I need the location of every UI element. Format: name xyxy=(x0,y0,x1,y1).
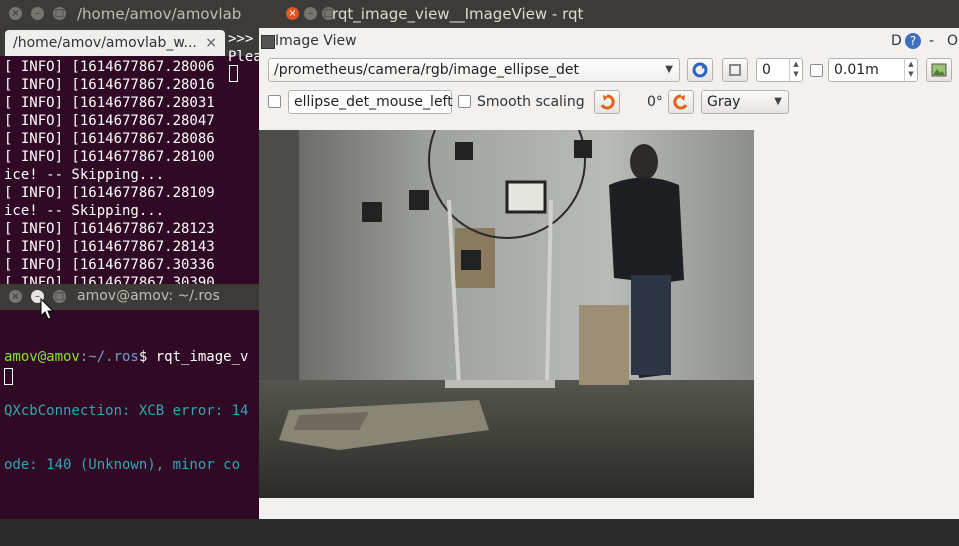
mouse-topic-value: ellipse_det_mouse_left xyxy=(294,94,453,110)
error-line: ode: 140 (Unknown), minor co xyxy=(4,457,241,473)
help-icon[interactable]: ? xyxy=(905,33,921,49)
smooth-scaling-label: Smooth scaling xyxy=(477,94,585,110)
mouse-topic-input[interactable]: ellipse_det_mouse_left xyxy=(288,90,453,114)
log-line: [ INFO] [1614677867.30336 xyxy=(4,257,215,273)
camera-frame-illustration xyxy=(259,130,754,498)
image-canvas-empty xyxy=(754,130,959,519)
terminal-cursor xyxy=(4,368,13,385)
rqt-titlebar[interactable]: × – □ rqt_image_view__ImageView - rqt xyxy=(259,0,959,28)
max-depth-value: 0.01m xyxy=(834,62,879,78)
zoom-button[interactable] xyxy=(722,58,748,82)
plugin-header: Image View D ? - O xyxy=(259,30,959,52)
plugin-title: Image View xyxy=(275,33,357,49)
minimize-plugin-button[interactable]: - xyxy=(929,30,934,52)
smooth-scaling-checkbox[interactable] xyxy=(458,95,471,108)
log-line: [ INFO] [1614677867.28031 xyxy=(4,95,215,111)
partial-prompt: >>> xyxy=(228,31,254,47)
rqt-window[interactable]: × – □ rqt_image_view__ImageView - rqt Im… xyxy=(259,0,959,519)
log-line: [ INFO] [1614677867.28100 xyxy=(4,149,215,165)
prompt-user: amov@amov xyxy=(4,349,80,365)
mouse-pointer-icon xyxy=(40,298,54,320)
terminal1-titlebar[interactable]: × – □ /home/amov/amovlab xyxy=(0,0,262,28)
rotate-right-button[interactable] xyxy=(668,90,694,114)
log-line: [ INFO] [1614677867.28006 xyxy=(4,59,215,75)
spin-arrows[interactable]: ▲ ▼ xyxy=(904,59,917,81)
log-line: ice! -- Skipping... xyxy=(4,167,165,183)
terminal-window-1[interactable]: × – □ /home/amov/amovlab /home/amov/amov… xyxy=(0,0,264,292)
color-scheme-value: Gray xyxy=(707,94,741,110)
terminal-cursor xyxy=(229,65,238,82)
dock-d-button[interactable]: D xyxy=(891,30,902,52)
refresh-topics-button[interactable] xyxy=(687,58,713,82)
zoom-icon xyxy=(729,64,741,76)
image-canvas-empty xyxy=(259,498,754,519)
terminal2-output: amov@amov:~/.ros$ rqt_image_v QXcbConnec… xyxy=(4,312,248,546)
partial-text: Plea xyxy=(228,49,262,65)
prompt-path: :~/.ros xyxy=(79,349,139,365)
close-icon[interactable]: × xyxy=(286,7,299,20)
chevron-down-icon: ▼ xyxy=(665,64,673,75)
max-depth-checkbox[interactable] xyxy=(810,64,823,77)
rotate-left-icon xyxy=(600,94,615,110)
log-line: [ INFO] [1614677867.28086 xyxy=(4,131,215,147)
publish-mouse-checkbox[interactable] xyxy=(268,95,281,108)
rotate-right-icon xyxy=(673,94,688,110)
prompt-command: $ rqt_image_v xyxy=(138,349,249,365)
log-line: [ INFO] [1614677867.28143 xyxy=(4,239,215,255)
minimize-icon[interactable]: – xyxy=(31,7,44,20)
window-title: rqt_image_view__ImageView - rqt xyxy=(332,5,584,23)
spin-arrows[interactable]: ▲ ▼ xyxy=(789,59,802,81)
close-plugin-button[interactable]: O xyxy=(947,30,958,52)
log-line: [ INFO] [1614677867.28109 xyxy=(4,185,215,201)
terminal-window-2[interactable]: × – □ amov@amov: ~/.ros amov@amov:~/.ros… xyxy=(0,284,262,519)
minimize-icon[interactable]: – xyxy=(304,7,317,20)
color-scheme-select[interactable]: Gray ▼ xyxy=(701,90,789,114)
log-line: [ INFO] [1614677867.28016 xyxy=(4,77,215,93)
camera-image[interactable] xyxy=(259,130,754,498)
log-line: [ INFO] [1614677867.28123 xyxy=(4,221,215,237)
window-title: /home/amov/amovlab xyxy=(77,5,242,23)
save-image-icon xyxy=(931,63,947,77)
rotation-label: 0° xyxy=(647,94,663,110)
chevron-down-icon: ▼ xyxy=(774,96,782,107)
save-image-button[interactable] xyxy=(926,58,952,82)
refresh-icon xyxy=(692,62,708,78)
tab-label: /home/amov/amovlab_w... xyxy=(13,35,197,51)
topic-select-value: /prometheus/camera/rgb/image_ellipse_det xyxy=(274,62,579,78)
log-output: [ INFO] [1614677867.28006 [ INFO] [161467… xyxy=(4,58,264,292)
maximize-icon[interactable]: □ xyxy=(53,290,66,303)
error-line: QXcbConnection: XCB error: 14 xyxy=(4,403,249,419)
close-icon[interactable]: × xyxy=(9,290,22,303)
spin-input[interactable]: 0 ▲ ▼ xyxy=(756,58,803,82)
close-icon[interactable]: × xyxy=(9,7,22,20)
window-title: amov@amov: ~/.ros xyxy=(77,288,220,304)
terminal-tab[interactable]: /home/amov/amovlab_w... × xyxy=(5,30,225,56)
rotate-left-button[interactable] xyxy=(594,90,620,114)
plugin-icon xyxy=(261,35,275,49)
spin-value: 0 xyxy=(762,62,771,78)
log-line: ice! -- Skipping... xyxy=(4,203,165,219)
max-depth-input[interactable]: 0.01m ▲ ▼ xyxy=(828,58,918,82)
maximize-icon[interactable]: □ xyxy=(53,7,66,20)
topic-select[interactable]: /prometheus/camera/rgb/image_ellipse_det… xyxy=(268,58,680,82)
close-tab-icon[interactable]: × xyxy=(205,30,217,56)
log-line: [ INFO] [1614677867.28047 xyxy=(4,113,215,129)
